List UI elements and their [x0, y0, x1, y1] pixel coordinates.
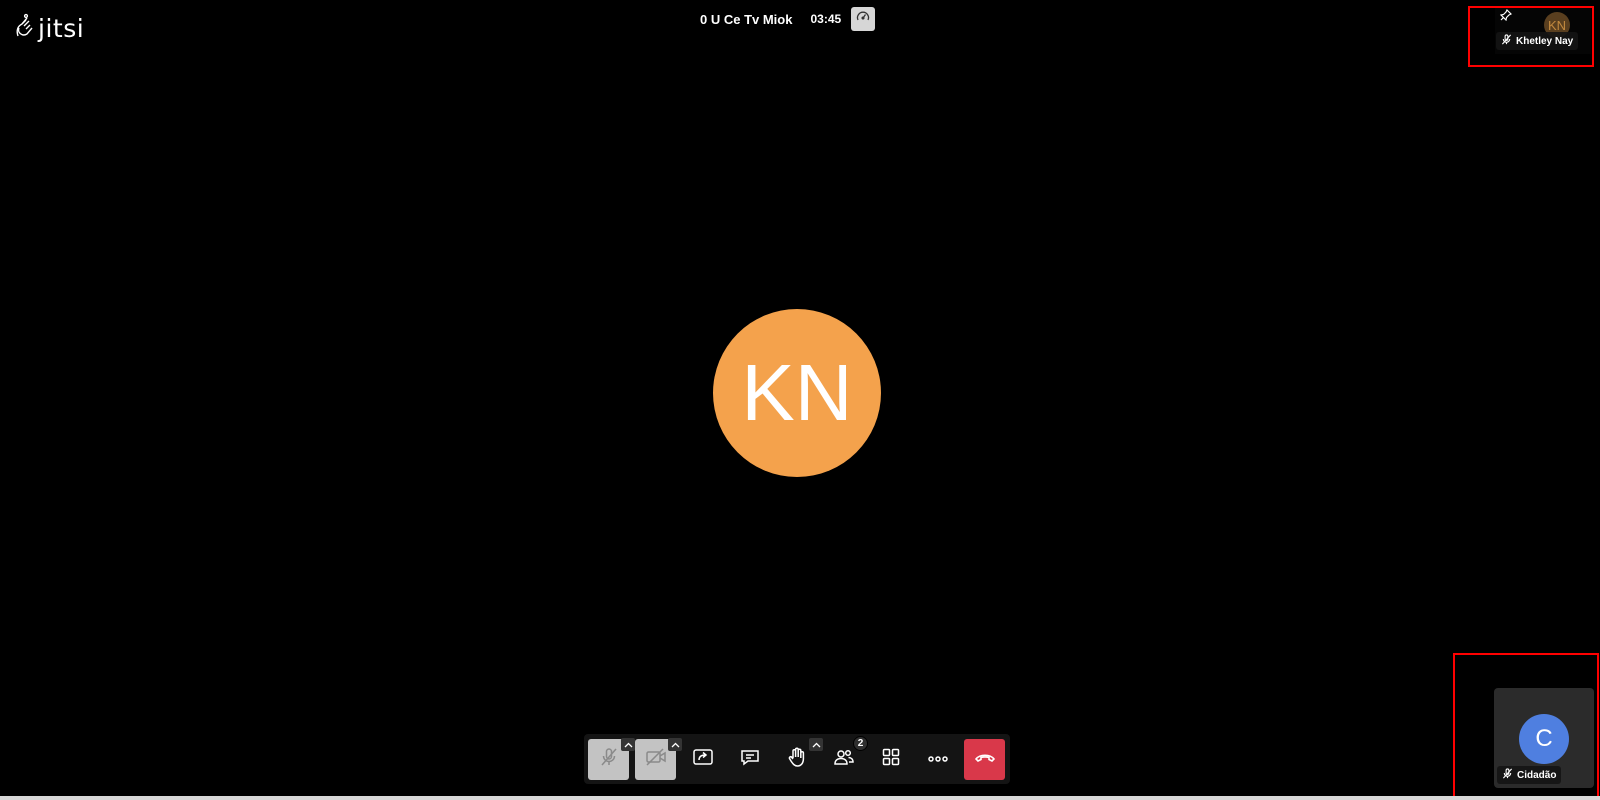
microphone-button[interactable] — [588, 737, 635, 780]
meeting-timer: 03:45 — [810, 12, 842, 26]
mic-muted-icon — [599, 747, 619, 772]
chevron-up-icon — [671, 735, 680, 753]
speedometer-icon — [856, 10, 870, 29]
jitsi-hands-icon — [14, 12, 36, 45]
grid-icon — [881, 747, 901, 772]
participants-icon — [833, 747, 855, 772]
hangup-button[interactable] — [964, 738, 1005, 780]
connection-status-button[interactable] — [851, 7, 876, 31]
microphone-options-toggle[interactable] — [621, 735, 635, 753]
participants-count-badge: 2 — [853, 735, 868, 751]
chevron-up-icon — [812, 735, 821, 753]
main-toolbar: 2 — [584, 734, 1010, 784]
hand-icon — [786, 746, 808, 773]
reactions-options-toggle[interactable] — [809, 735, 823, 753]
camera-options-toggle[interactable] — [668, 735, 682, 753]
raise-hand-button[interactable] — [776, 737, 823, 780]
more-dots-icon — [927, 750, 949, 768]
highlight-box-top-right — [1468, 6, 1594, 67]
logo-text: jitsi — [38, 14, 85, 43]
screen-share-icon — [692, 747, 714, 772]
meeting-title: 0 U Ce Tv Miok — [700, 11, 793, 27]
phone-hangup-icon — [974, 750, 996, 769]
participants-button[interactable]: 2 — [823, 735, 868, 780]
share-screen-button[interactable] — [682, 739, 723, 780]
dominant-speaker-avatar: KN — [713, 309, 881, 477]
conference-info-header: 0 U Ce Tv Miok 03:45 — [700, 7, 876, 31]
window-bottom-edge — [0, 796, 1600, 800]
tile-view-button[interactable] — [870, 739, 911, 780]
highlight-box-bottom-right — [1453, 653, 1599, 798]
more-actions-button[interactable] — [917, 739, 958, 780]
jitsi-logo: jitsi — [14, 12, 84, 45]
camera-button[interactable] — [635, 737, 682, 780]
camera-off-icon — [645, 747, 667, 772]
chat-icon — [739, 747, 761, 772]
chat-button[interactable] — [729, 739, 770, 780]
chevron-up-icon — [624, 735, 633, 753]
